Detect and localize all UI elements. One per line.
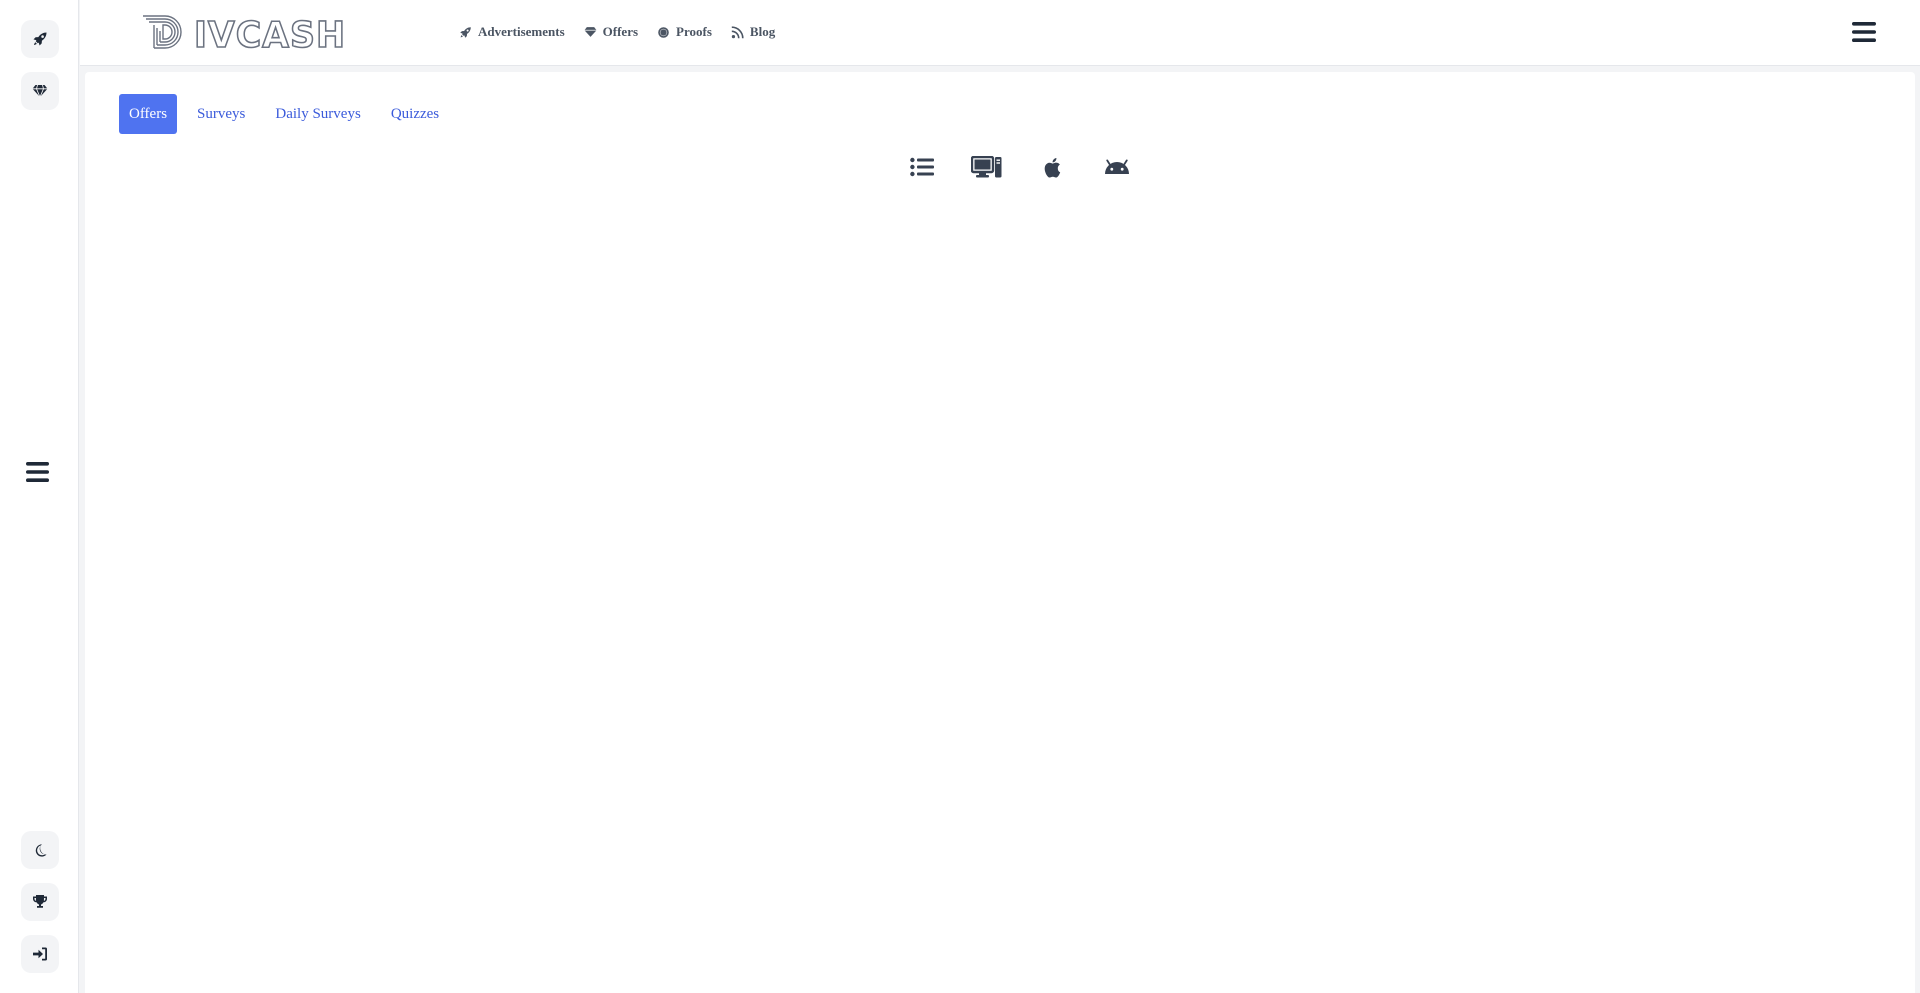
apple-icon [1044,157,1060,178]
sign-in-icon [33,947,47,961]
filter-ios-button[interactable] [1019,152,1084,182]
gem-icon [32,84,48,98]
sidebar-menu-button[interactable] [25,459,55,485]
rocket-icon [33,32,47,46]
nav-label: Advertisements [478,24,565,39]
filter-android-button[interactable] [1084,152,1149,182]
tab-surveys[interactable]: Surveys [187,94,255,134]
menu-icon [26,462,49,482]
tab-quizzes[interactable]: Quizzes [381,94,449,134]
dark-mode-button[interactable] [21,831,59,869]
header-menu-button[interactable] [1852,21,1876,43]
svg-text:IVCASH: IVCASH [194,15,346,50]
circle-icon [658,26,669,38]
list-icon [909,157,934,177]
rocket-button[interactable] [21,20,59,58]
platform-filters [889,152,1149,182]
gem-icon [584,27,597,37]
gem-button[interactable] [21,72,59,110]
nav-label: Offers [602,24,639,39]
trophy-icon [33,895,47,908]
left-sidebar [0,0,79,993]
nav-label: Proofs [676,24,712,39]
rss-icon [731,25,744,38]
nav-offers[interactable]: Offers [584,24,638,40]
filter-all-button[interactable] [889,152,954,182]
rocket-icon [460,26,471,38]
nav-advertisements[interactable]: Advertisements [459,24,565,40]
divcash-logo[interactable]: IVCASH [142,14,348,57]
tab-offers[interactable]: Offers [119,94,178,134]
tab-daily-surveys[interactable]: Daily Surveys [265,94,370,134]
android-icon [1104,159,1129,174]
offers-panel: Offers Surveys Daily Surveys Quizzes [85,72,1915,993]
desktop-icon [971,156,1002,178]
sign-in-button[interactable] [21,935,59,973]
leaderboard-button[interactable] [21,883,59,921]
main-nav: Advertisements Offers Proofs Blog [459,24,794,40]
moon-icon [35,843,47,857]
top-header: IVCASH Advertisements Offers Proofs Blog [80,0,1920,66]
hamburger-icon [1852,22,1876,42]
nav-blog[interactable]: Blog [731,24,775,40]
filter-desktop-button[interactable] [954,152,1019,182]
nav-label: Blog [749,24,776,39]
nav-proofs[interactable]: Proofs [657,24,712,40]
offer-type-tabs: Offers Surveys Daily Surveys Quizzes [119,94,459,134]
